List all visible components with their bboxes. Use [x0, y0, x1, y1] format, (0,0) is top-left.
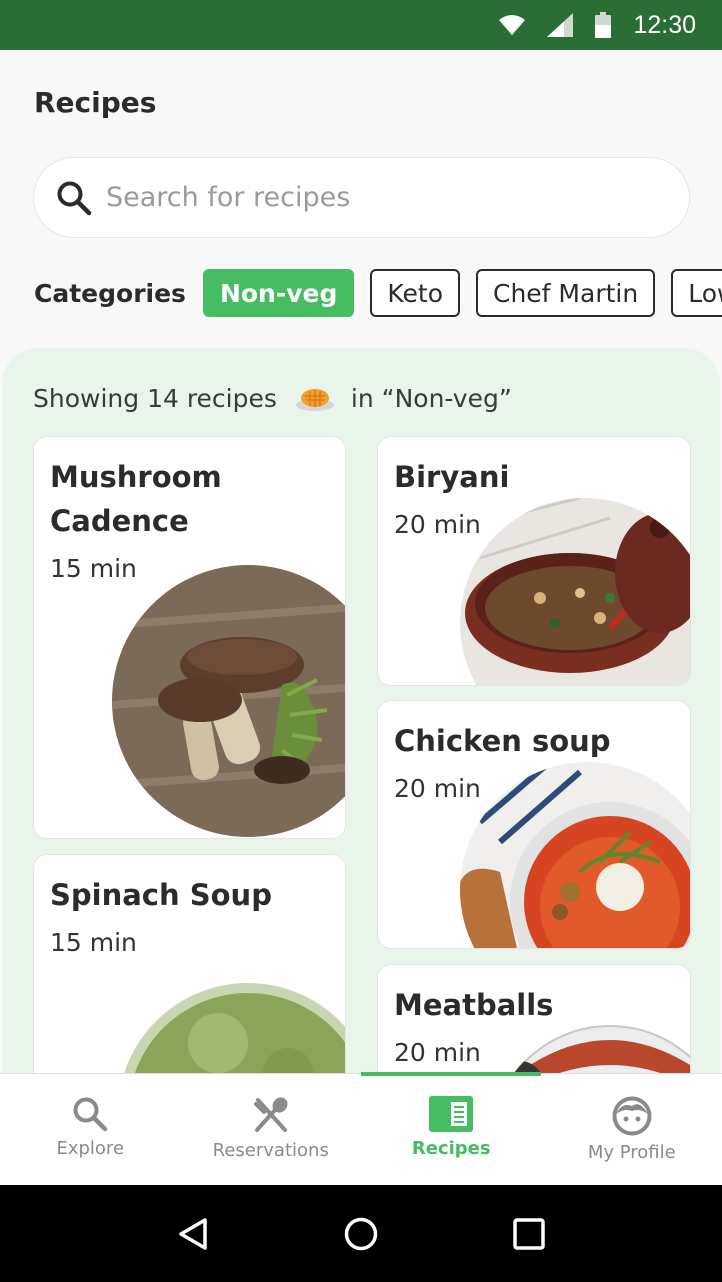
battery-icon	[595, 12, 612, 38]
recipe-title: Mushroom Cadence	[50, 455, 222, 543]
profile-face-icon	[612, 1096, 652, 1136]
recipe-title-line-2: Cadence	[50, 504, 189, 538]
back-icon[interactable]	[177, 1217, 209, 1251]
bottom-navigation: Explore Reservations Recipes My Profile	[0, 1072, 722, 1186]
chip-low-carb[interactable]: Low carb	[671, 269, 722, 317]
chicken-soup-photo	[460, 762, 690, 948]
recipe-title: Chicken soup	[394, 724, 611, 758]
results-summary: Showing 14 recipes in “Non-veg”	[33, 384, 512, 413]
recipe-time: 15 min	[50, 554, 137, 583]
fork-spoon-icon	[252, 1096, 290, 1134]
recipe-card-mushroom-cadence[interactable]: Mushroom Cadence 15 min	[33, 436, 346, 839]
recipe-title-line-1: Mushroom	[50, 460, 222, 494]
system-navigation-bar	[0, 1185, 722, 1282]
chip-non-veg[interactable]: Non-veg	[202, 269, 355, 317]
recipe-title: Meatballs	[394, 988, 554, 1022]
results-count-text: Showing 14 recipes	[33, 384, 277, 413]
nav-label: Reservations	[212, 1140, 329, 1161]
search-input[interactable]	[106, 182, 646, 213]
nav-explore[interactable]: Explore	[0, 1074, 181, 1186]
waffle-icon	[295, 386, 335, 412]
chip-keto[interactable]: Keto	[370, 269, 460, 317]
recipe-book-icon	[429, 1096, 474, 1132]
recipe-card-spinach-soup[interactable]: Spinach Soup 15 min	[33, 854, 346, 1088]
nav-my-profile[interactable]: My Profile	[542, 1074, 722, 1186]
results-category-text: in “Non-veg”	[350, 384, 512, 413]
nav-reservations[interactable]: Reservations	[181, 1074, 362, 1186]
page-title: Recipes	[34, 86, 157, 119]
recipe-card-meatballs[interactable]: Meatballs 20 min	[377, 964, 691, 1088]
search-icon	[56, 180, 92, 216]
signal-icon	[547, 13, 574, 37]
nav-label: Explore	[56, 1138, 125, 1159]
recipe-time: 20 min	[394, 510, 481, 539]
recipe-time: 20 min	[394, 1038, 481, 1067]
nav-label: Recipes	[411, 1138, 491, 1159]
mushroom-photo	[112, 565, 345, 837]
active-tab-indicator	[361, 1072, 541, 1076]
nav-label: My Profile	[587, 1142, 676, 1163]
home-icon[interactable]	[344, 1217, 378, 1251]
recipe-title: Biryani	[394, 460, 510, 494]
recipe-time: 20 min	[394, 774, 481, 803]
search-icon	[72, 1096, 108, 1132]
recents-icon[interactable]	[512, 1217, 545, 1250]
categories-label: Categories	[34, 278, 186, 308]
recipe-card-biryani[interactable]: Biryani 20 min	[377, 436, 691, 686]
chip-chef-martin[interactable]: Chef Martin	[476, 269, 656, 317]
biryani-photo	[460, 498, 690, 685]
recipe-card-chicken-soup[interactable]: Chicken soup 20 min	[377, 700, 691, 949]
categories-row: Categories Non-veg Keto Chef Martin Low …	[34, 269, 722, 317]
recipes-panel: Showing 14 recipes in “Non-veg” Mushroom…	[2, 348, 720, 1088]
status-time: 12:30	[633, 10, 696, 39]
recipe-time: 15 min	[50, 928, 137, 957]
search-bar[interactable]	[33, 157, 690, 238]
wifi-icon	[499, 15, 526, 35]
status-bar: 12:30	[0, 0, 722, 50]
nav-recipes[interactable]: Recipes	[361, 1072, 542, 1186]
recipe-title: Spinach Soup	[50, 878, 272, 912]
